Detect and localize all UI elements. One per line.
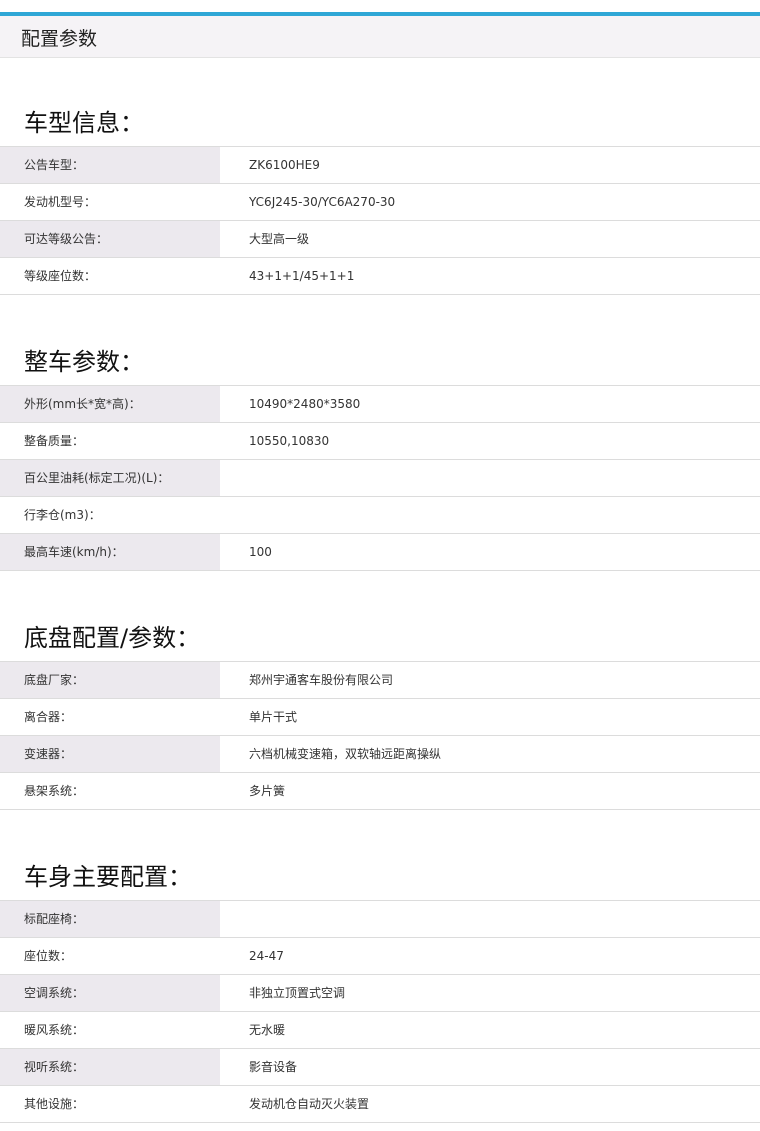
- spec-label: 百公里油耗(标定工况)(L)：: [0, 460, 220, 496]
- spec-row: 底盘厂家： 郑州宇通客车股份有限公司: [0, 661, 760, 698]
- spec-value: 发动机仓自动灭火装置: [249, 1097, 370, 1111]
- spec-label: 空调系统：: [0, 975, 220, 1011]
- spec-row: 等级座位数： 43+1+1/45+1+1: [0, 257, 760, 295]
- spec-label: 外形(mm长*宽*高)：: [0, 386, 220, 422]
- spec-row: 外形(mm长*宽*高)： 10490*2480*3580: [0, 385, 760, 422]
- spec-label: 发动机型号：: [24, 195, 97, 209]
- spec-label: 视听系统：: [0, 1049, 220, 1085]
- spec-row: 暖风系统： 无水暖: [0, 1011, 760, 1048]
- section-title: 车身主要配置：: [24, 863, 192, 891]
- spec-value: 多片簧: [249, 784, 286, 798]
- spec-value: 六档机械变速箱，双软轴远距离操纵: [249, 747, 442, 761]
- section-title: 底盘配置/参数：: [24, 624, 201, 652]
- spec-label: 变速器：: [0, 736, 220, 772]
- spec-value: 非独立顶置式空调: [249, 986, 346, 1000]
- spec-row: 百公里油耗(标定工况)(L)：: [0, 459, 760, 496]
- spec-table: 公告车型： ZK6100HE9 发动机型号： YC6J245-30/YC6A27…: [0, 146, 760, 295]
- spec-value: 10490*2480*3580: [249, 397, 361, 411]
- spec-label: 等级座位数：: [24, 269, 97, 283]
- spec-value: 郑州宇通客车股份有限公司: [249, 673, 394, 687]
- spec-row: 视听系统： 影音设备: [0, 1048, 760, 1085]
- page-header: 配置参数: [0, 12, 760, 58]
- spec-row: 整备质量： 10550,10830: [0, 422, 760, 459]
- spec-label: 离合器：: [24, 710, 73, 724]
- spec-label: 暖风系统：: [24, 1023, 85, 1037]
- spec-value: 10550,10830: [249, 434, 330, 448]
- spec-value: 单片干式: [249, 710, 298, 724]
- spec-label: 公告车型：: [0, 147, 220, 183]
- spec-value: 100: [249, 545, 272, 559]
- spec-row: 可达等级公告： 大型高一级: [0, 220, 760, 257]
- page-title: 配置参数: [21, 28, 98, 50]
- spec-row: 空调系统： 非独立顶置式空调: [0, 974, 760, 1011]
- section-title: 整车参数：: [24, 348, 144, 376]
- spec-label: 标配座椅：: [0, 901, 220, 937]
- spec-row: 座位数： 24-47: [0, 937, 760, 974]
- spec-row: 其他设施： 发动机仓自动灭火装置: [0, 1085, 760, 1123]
- spec-label: 行李仓(m3)：: [24, 508, 101, 522]
- spec-row: 发动机型号： YC6J245-30/YC6A270-30: [0, 183, 760, 220]
- spec-table: 外形(mm长*宽*高)： 10490*2480*3580 整备质量： 10550…: [0, 385, 760, 571]
- spec-row: 公告车型： ZK6100HE9: [0, 146, 760, 183]
- spec-label: 座位数：: [24, 949, 73, 963]
- spec-label: 最高车速(km/h)：: [0, 534, 220, 570]
- spec-value: 24-47: [249, 949, 284, 963]
- spec-row: 变速器： 六档机械变速箱，双软轴远距离操纵: [0, 735, 760, 772]
- spec-row: 最高车速(km/h)： 100: [0, 533, 760, 571]
- spec-value: ZK6100HE9: [249, 158, 320, 172]
- spec-value: 无水暖: [249, 1023, 286, 1037]
- spec-label: 底盘厂家：: [0, 662, 220, 698]
- spec-value: 43+1+1/45+1+1: [249, 269, 355, 283]
- spec-row: 行李仓(m3)：: [0, 496, 760, 533]
- spec-label: 其他设施：: [24, 1097, 85, 1111]
- spec-row: 标配座椅：: [0, 900, 760, 937]
- spec-value: 影音设备: [249, 1060, 298, 1074]
- spec-value: YC6J245-30/YC6A270-30: [249, 195, 396, 209]
- spec-table: 标配座椅： 座位数： 24-47 空调系统： 非独立顶置式空调 暖风系统： 无水…: [0, 900, 760, 1123]
- spec-label: 悬架系统：: [24, 784, 85, 798]
- spec-table: 底盘厂家： 郑州宇通客车股份有限公司 离合器： 单片干式 变速器： 六档机械变速…: [0, 661, 760, 810]
- spec-value: 大型高一级: [249, 232, 310, 246]
- spec-row: 离合器： 单片干式: [0, 698, 760, 735]
- spec-row: 悬架系统： 多片簧: [0, 772, 760, 810]
- spec-label: 可达等级公告：: [0, 221, 220, 257]
- section-title: 车型信息：: [24, 109, 144, 137]
- spec-label: 整备质量：: [24, 434, 85, 448]
